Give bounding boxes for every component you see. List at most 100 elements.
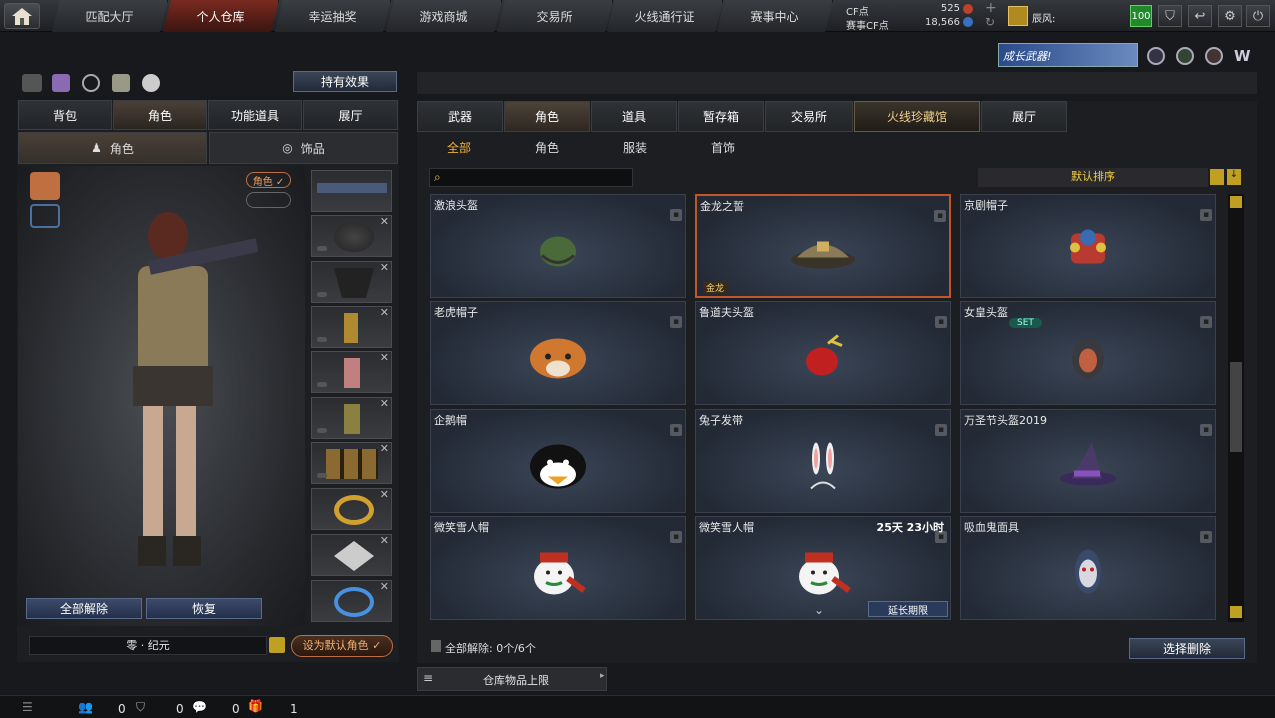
character-toggle[interactable]: 角色 ✓ <box>246 172 291 188</box>
remove-icon[interactable]: ✕ <box>380 397 389 410</box>
badge-icon-1[interactable] <box>1147 47 1165 65</box>
nav-tab[interactable]: 匹配大厅 <box>52 0 168 32</box>
sort-arrow-icon[interactable]: ↓ <box>1227 169 1241 185</box>
storage-limit-bar[interactable]: ≡ 仓库物品上限 ▸ <box>417 667 607 691</box>
item-card[interactable]: 女皇头盔 ▪ SET <box>960 301 1216 405</box>
lock-icon[interactable]: ▪ <box>1200 209 1212 221</box>
scroll-down-icon[interactable] <box>1230 606 1242 618</box>
view-mode-icon[interactable] <box>30 204 60 228</box>
right-tab[interactable]: 武器 <box>417 101 503 132</box>
pose-icon[interactable] <box>112 74 130 92</box>
promo-banner[interactable]: 成长武器! <box>998 43 1138 67</box>
subtab-accessory[interactable]: ◎ 饰品 <box>209 132 398 164</box>
clan-shield-icon[interactable]: ⛉ <box>136 700 145 715</box>
item-card[interactable]: 微笑雪人帽 ▪ 25天 23小时 延长期限 ⌄ <box>695 516 951 620</box>
item-card[interactable]: 微笑雪人帽 ▪ <box>430 516 686 620</box>
nav-tab[interactable]: 游戏商城 <box>386 0 502 32</box>
remove-icon[interactable]: ✕ <box>380 306 389 319</box>
menu-icon[interactable] <box>269 637 285 653</box>
slot-pendant[interactable]: ✕ <box>311 534 392 576</box>
slot-primary-weapon[interactable] <box>311 170 392 212</box>
off-toggle-icon[interactable] <box>22 74 42 92</box>
held-effect-button[interactable]: 持有效果 <box>293 71 397 92</box>
refresh-icon[interactable]: ↻ <box>985 15 995 29</box>
gift-icon[interactable]: 🎁 <box>248 699 263 713</box>
remove-icon[interactable]: ✕ <box>380 534 389 547</box>
visibility-toggle[interactable] <box>246 192 291 208</box>
right-tab[interactable]: 角色 <box>504 101 590 132</box>
slot-beret[interactable]: ✕ <box>311 215 392 257</box>
right-tab[interactable]: 展厅 <box>981 101 1067 132</box>
character-mode-icon[interactable] <box>30 172 60 200</box>
list-icon[interactable] <box>1210 169 1224 185</box>
lock-icon[interactable]: ▪ <box>935 316 947 328</box>
remove-icon[interactable]: ✕ <box>380 215 389 228</box>
slot-ring[interactable]: ✕ <box>311 488 392 530</box>
friends-icon[interactable]: 👥 <box>78 700 93 714</box>
lock-icon[interactable]: ▪ <box>670 209 682 221</box>
nav-tab[interactable]: 幸运抽奖 <box>275 0 391 32</box>
restore-button[interactable]: 恢复 <box>146 598 262 619</box>
chat-icon[interactable]: 💬 <box>192 700 207 714</box>
item-card[interactable]: 万圣节头盔2019 ▪ <box>960 409 1216 513</box>
item-card[interactable]: 金龙之誓 ▪ 金龙 <box>695 194 951 298</box>
item-card[interactable]: 兔子发带 ▪ <box>695 409 951 513</box>
item-card[interactable]: 京剧帽子 ▪ <box>960 194 1216 298</box>
lock-icon[interactable]: ▪ <box>934 210 946 222</box>
item-card[interactable]: 鲁道夫头盔 ▪ <box>695 301 951 405</box>
rotate-icon[interactable] <box>82 74 100 92</box>
scroll-thumb[interactable] <box>1230 362 1242 452</box>
filter-tab[interactable]: 角色 <box>535 139 559 156</box>
scrollbar[interactable] <box>1228 194 1244 622</box>
filter-tab[interactable]: 全部 <box>447 139 471 156</box>
expand-chevron-icon[interactable]: ⌄ <box>814 603 824 617</box>
add-icon[interactable]: + <box>985 0 997 16</box>
nav-tab[interactable]: 个人仓库 <box>163 0 279 32</box>
left-tab[interactable]: 展厅 <box>303 100 398 130</box>
item-card[interactable]: 老虎帽子 ▪ <box>430 301 686 405</box>
lock-icon[interactable]: ▪ <box>935 424 947 436</box>
item-card[interactable]: 企鹅帽 ▪ <box>430 409 686 513</box>
right-tab[interactable]: 交易所 <box>765 101 853 132</box>
lock-icon[interactable]: ▪ <box>1200 316 1212 328</box>
hand-icon[interactable] <box>142 74 160 92</box>
slot-pouches[interactable]: ✕ <box>311 442 392 484</box>
stats-icon[interactable] <box>52 74 70 92</box>
left-tab[interactable]: 角色 <box>113 100 207 130</box>
right-tab[interactable]: 火线珍藏馆 <box>854 101 980 132</box>
character-preview[interactable]: 角色 ✓ <box>18 166 305 626</box>
nav-tab[interactable]: 赛事中心 <box>717 0 833 32</box>
remove-icon[interactable]: ✕ <box>380 351 389 364</box>
left-tab[interactable]: 功能道具 <box>208 100 302 130</box>
badge-icon-2[interactable] <box>1176 47 1194 65</box>
v-badge-icon[interactable]: W <box>1234 47 1254 65</box>
lock-icon[interactable]: ▪ <box>1200 424 1212 436</box>
item-card[interactable]: 激浪头盔 ▪ <box>430 194 686 298</box>
settings-button[interactable]: ⚙ <box>1218 5 1242 27</box>
remove-icon[interactable]: ✕ <box>380 580 389 593</box>
sort-dropdown[interactable]: 默认排序 <box>978 168 1208 187</box>
scroll-up-icon[interactable] <box>1230 196 1242 208</box>
item-card[interactable]: 吸血鬼面具 ▪ <box>960 516 1216 620</box>
badge-icon-3[interactable] <box>1205 47 1223 65</box>
remove-icon[interactable]: ✕ <box>380 488 389 501</box>
release-all-button[interactable]: 全部解除 <box>26 598 142 619</box>
slot-bracelet[interactable]: ✕ <box>311 580 392 622</box>
remove-icon[interactable]: ✕ <box>380 261 389 274</box>
slot-radio[interactable]: ✕ <box>311 306 392 348</box>
right-tab[interactable]: 道具 <box>591 101 677 132</box>
lock-icon[interactable]: ▪ <box>1200 531 1212 543</box>
remove-icon[interactable]: ✕ <box>380 442 389 455</box>
extend-button[interactable]: 延长期限 <box>868 601 948 617</box>
lock-icon[interactable]: ▪ <box>670 531 682 543</box>
set-default-button[interactable]: 设为默认角色 ✓ <box>291 635 393 657</box>
right-tab[interactable]: 暂存箱 <box>678 101 764 132</box>
list-menu-icon[interactable]: ☰ <box>22 700 33 714</box>
subtab-character[interactable]: ♟ 角色 <box>18 132 207 164</box>
filter-tab[interactable]: 首饰 <box>711 139 735 156</box>
lock-icon[interactable]: ▪ <box>670 316 682 328</box>
nav-tab[interactable]: 火线通行证 <box>607 0 723 32</box>
select-delete-button[interactable]: 选择删除 <box>1129 638 1245 659</box>
nav-tab[interactable]: 交易所 <box>497 0 613 32</box>
left-tab[interactable]: 背包 <box>18 100 112 130</box>
